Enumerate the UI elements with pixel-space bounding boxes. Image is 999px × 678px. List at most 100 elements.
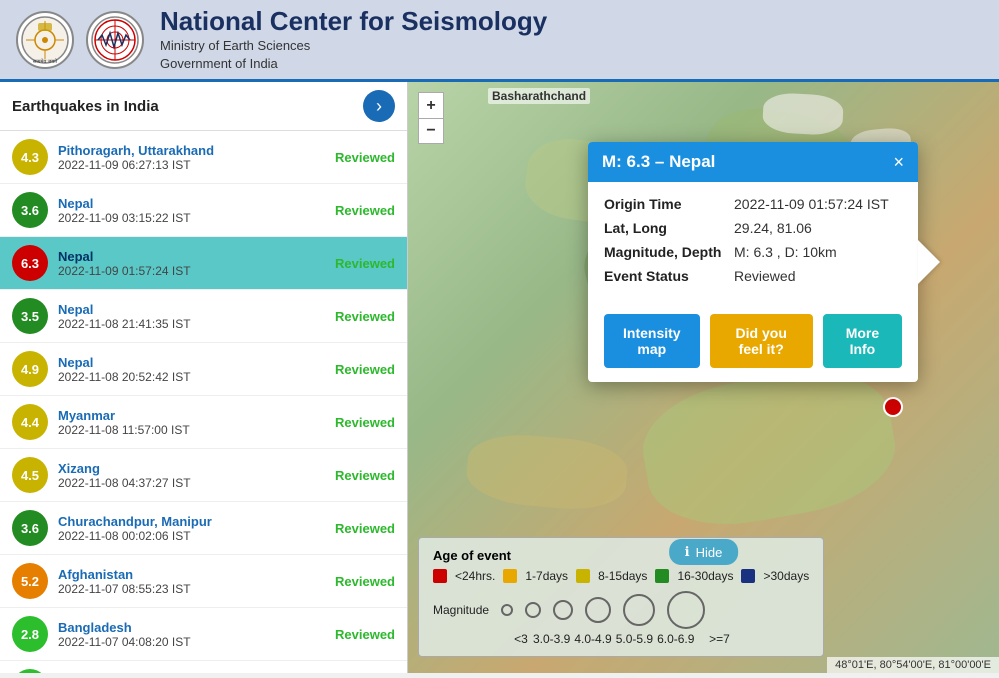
earthquake-location: Nepal — [58, 302, 327, 317]
magnitude-badge: 2.8 — [12, 616, 48, 652]
legend-magnitude-circle — [553, 600, 573, 620]
sidebar-toggle-button[interactable]: › — [363, 90, 395, 122]
popup-body: Origin Time 2022-11-09 01:57:24 IST Lat,… — [588, 182, 918, 304]
earthquake-location: Churachandpur, Manipur — [58, 514, 327, 529]
did-you-feel-it-button[interactable]: Did you feel it? — [710, 314, 813, 368]
zoom-out-button[interactable]: − — [418, 118, 444, 144]
earthquake-info: Nepal 2022-11-07 01:22:15 IST — [58, 673, 327, 674]
earthquake-datetime: 2022-11-07 08:55:23 IST — [58, 582, 327, 596]
earthquake-list-item[interactable]: 4.9 Nepal 2022-11-08 20:52:42 IST Review… — [0, 343, 407, 396]
earthquake-datetime: 2022-11-08 21:41:35 IST — [58, 317, 327, 331]
popup-field-row: Magnitude, Depth M: 6.3 , D: 10km — [604, 244, 902, 260]
legend-magnitude-circle — [667, 591, 705, 629]
earthquake-list-item[interactable]: 3.6 Churachandpur, Manipur 2022-11-08 00… — [0, 502, 407, 555]
legend-magnitude-label: 6.0-6.9 — [657, 632, 694, 646]
popup-field-value: 2022-11-09 01:57:24 IST — [734, 196, 889, 212]
intensity-map-button[interactable]: Intensity map — [604, 314, 700, 368]
popup-field-row: Origin Time 2022-11-09 01:57:24 IST — [604, 196, 902, 212]
popup-field-row: Event Status Reviewed — [604, 268, 902, 284]
earthquake-status: Reviewed — [335, 574, 395, 589]
earthquake-list-item[interactable]: 4.4 Myanmar 2022-11-08 11:57:00 IST Revi… — [0, 396, 407, 449]
magnitude-badge: 4.5 — [12, 457, 48, 493]
legend-age-label: 1-7days — [525, 569, 568, 583]
sidebar-header: Earthquakes in India › — [0, 82, 407, 131]
popup-field-label: Origin Time — [604, 196, 734, 212]
earthquake-datetime: 2022-11-08 11:57:00 IST — [58, 423, 327, 437]
earthquake-status: Reviewed — [335, 627, 395, 642]
popup-close-button[interactable]: × — [893, 153, 904, 171]
legend-age-label: <24hrs. — [455, 569, 495, 583]
snow-patch — [762, 92, 844, 136]
earthquake-list-item[interactable]: 3.2 Nepal 2022-11-07 01:22:15 IST Review… — [0, 661, 407, 673]
legend-age-dot — [655, 569, 669, 583]
earthquake-popup: M: 6.3 – Nepal × Origin Time 2022-11-09 … — [588, 142, 918, 382]
earthquake-info: Xizang 2022-11-08 04:37:27 IST — [58, 461, 327, 490]
earthquake-list-item[interactable]: 2.8 Bangladesh 2022-11-07 04:08:20 IST R… — [0, 608, 407, 661]
earthquake-list-item[interactable]: 4.3 Pithoragarh, Uttarakhand 2022-11-09 … — [0, 131, 407, 184]
popup-field-label: Magnitude, Depth — [604, 244, 734, 260]
legend-age-dot — [503, 569, 517, 583]
map-marker-active[interactable] — [883, 397, 903, 417]
seismology-logo — [86, 11, 144, 69]
legend-magnitude-label: 5.0-5.9 — [616, 632, 653, 646]
earthquake-info: Pithoragarh, Uttarakhand 2022-11-09 06:2… — [58, 143, 327, 172]
legend-magnitude-circle — [525, 602, 541, 618]
site-subtitle1: Ministry of Earth Sciences — [160, 37, 547, 55]
hide-legend-button[interactable]: ℹ Hide — [669, 539, 739, 565]
earthquake-list-item[interactable]: 6.3 Nepal 2022-11-09 01:57:24 IST Review… — [0, 237, 407, 290]
earthquake-status: Reviewed — [335, 203, 395, 218]
earthquake-location: Nepal — [58, 196, 327, 211]
popup-title: M: 6.3 – Nepal — [602, 152, 715, 172]
earthquake-datetime: 2022-11-09 01:57:24 IST — [58, 264, 327, 278]
legend-age-label: >30days — [763, 569, 809, 583]
popup-header: M: 6.3 – Nepal × — [588, 142, 918, 182]
legend-magnitude-label: 4.0-4.9 — [574, 632, 611, 646]
map-legend: Age of event <24hrs.1-7days8-15days16-30… — [418, 537, 824, 657]
magnitude-badge: 3.5 — [12, 298, 48, 334]
popup-field-label: Lat, Long — [604, 220, 734, 236]
legend-magnitude-label: 3.0-3.9 — [533, 632, 570, 646]
popup-actions: Intensity map Did you feel it? More Info — [588, 304, 918, 382]
svg-text:सत्यमेव जयते: सत्यमेव जयते — [33, 58, 57, 65]
earthquake-location: Nepal — [58, 355, 327, 370]
earthquake-list-item[interactable]: 4.5 Xizang 2022-11-08 04:37:27 IST Revie… — [0, 449, 407, 502]
earthquake-datetime: 2022-11-08 20:52:42 IST — [58, 370, 327, 384]
legend-magnitude-circle — [501, 604, 513, 616]
earthquake-location: Pithoragarh, Uttarakhand — [58, 143, 327, 158]
zoom-in-button[interactable]: + — [418, 92, 444, 118]
popup-field-label: Event Status — [604, 268, 734, 284]
more-info-button[interactable]: More Info — [823, 314, 902, 368]
hide-icon: ℹ — [685, 544, 690, 560]
popup-field-value: 29.24, 81.06 — [734, 220, 812, 236]
legend-mag-title: Magnitude — [433, 603, 489, 617]
earthquake-datetime: 2022-11-08 00:02:06 IST — [58, 529, 327, 543]
earthquake-list-item[interactable]: 3.6 Nepal 2022-11-09 03:15:22 IST Review… — [0, 184, 407, 237]
main-content: Earthquakes in India › 4.3 Pithoragarh, … — [0, 82, 999, 673]
earthquake-status: Reviewed — [335, 150, 395, 165]
earthquake-location: Afghanistan — [58, 567, 327, 582]
earthquake-location: Bangladesh — [58, 620, 327, 635]
earthquake-list: 4.3 Pithoragarh, Uttarakhand 2022-11-09 … — [0, 131, 407, 673]
earthquake-info: Bangladesh 2022-11-07 04:08:20 IST — [58, 620, 327, 649]
magnitude-badge: 6.3 — [12, 245, 48, 281]
map-area[interactable]: Basharathchand + − M: 6.3 – Nepal × Orig… — [408, 82, 999, 673]
header-text: National Center for Seismology Ministry … — [160, 6, 547, 73]
popup-field-row: Lat, Long 29.24, 81.06 — [604, 220, 902, 236]
earthquake-list-item[interactable]: 3.5 Nepal 2022-11-08 21:41:35 IST Review… — [0, 290, 407, 343]
legend-age-dot — [433, 569, 447, 583]
earthquake-datetime: 2022-11-09 06:27:13 IST — [58, 158, 327, 172]
legend-magnitude-row: Magnitude — [433, 591, 809, 629]
earthquake-location: Nepal — [58, 249, 327, 264]
earthquake-list-item[interactable]: 5.2 Afghanistan 2022-11-07 08:55:23 IST … — [0, 555, 407, 608]
header: सत्यमेव जयते National Center for Seismol… — [0, 0, 999, 82]
legend-age-label: 16-30days — [677, 569, 733, 583]
earthquake-info: Myanmar 2022-11-08 11:57:00 IST — [58, 408, 327, 437]
earthquake-info: Nepal 2022-11-08 20:52:42 IST — [58, 355, 327, 384]
popup-field-value: M: 6.3 , D: 10km — [734, 244, 837, 260]
magnitude-badge: 3.2 — [12, 669, 48, 673]
site-title: National Center for Seismology — [160, 6, 547, 37]
india-emblem-logo: सत्यमेव जयते — [16, 11, 74, 69]
magnitude-badge: 4.4 — [12, 404, 48, 440]
earthquake-datetime: 2022-11-09 03:15:22 IST — [58, 211, 327, 225]
earthquake-location: Nepal — [58, 673, 327, 674]
